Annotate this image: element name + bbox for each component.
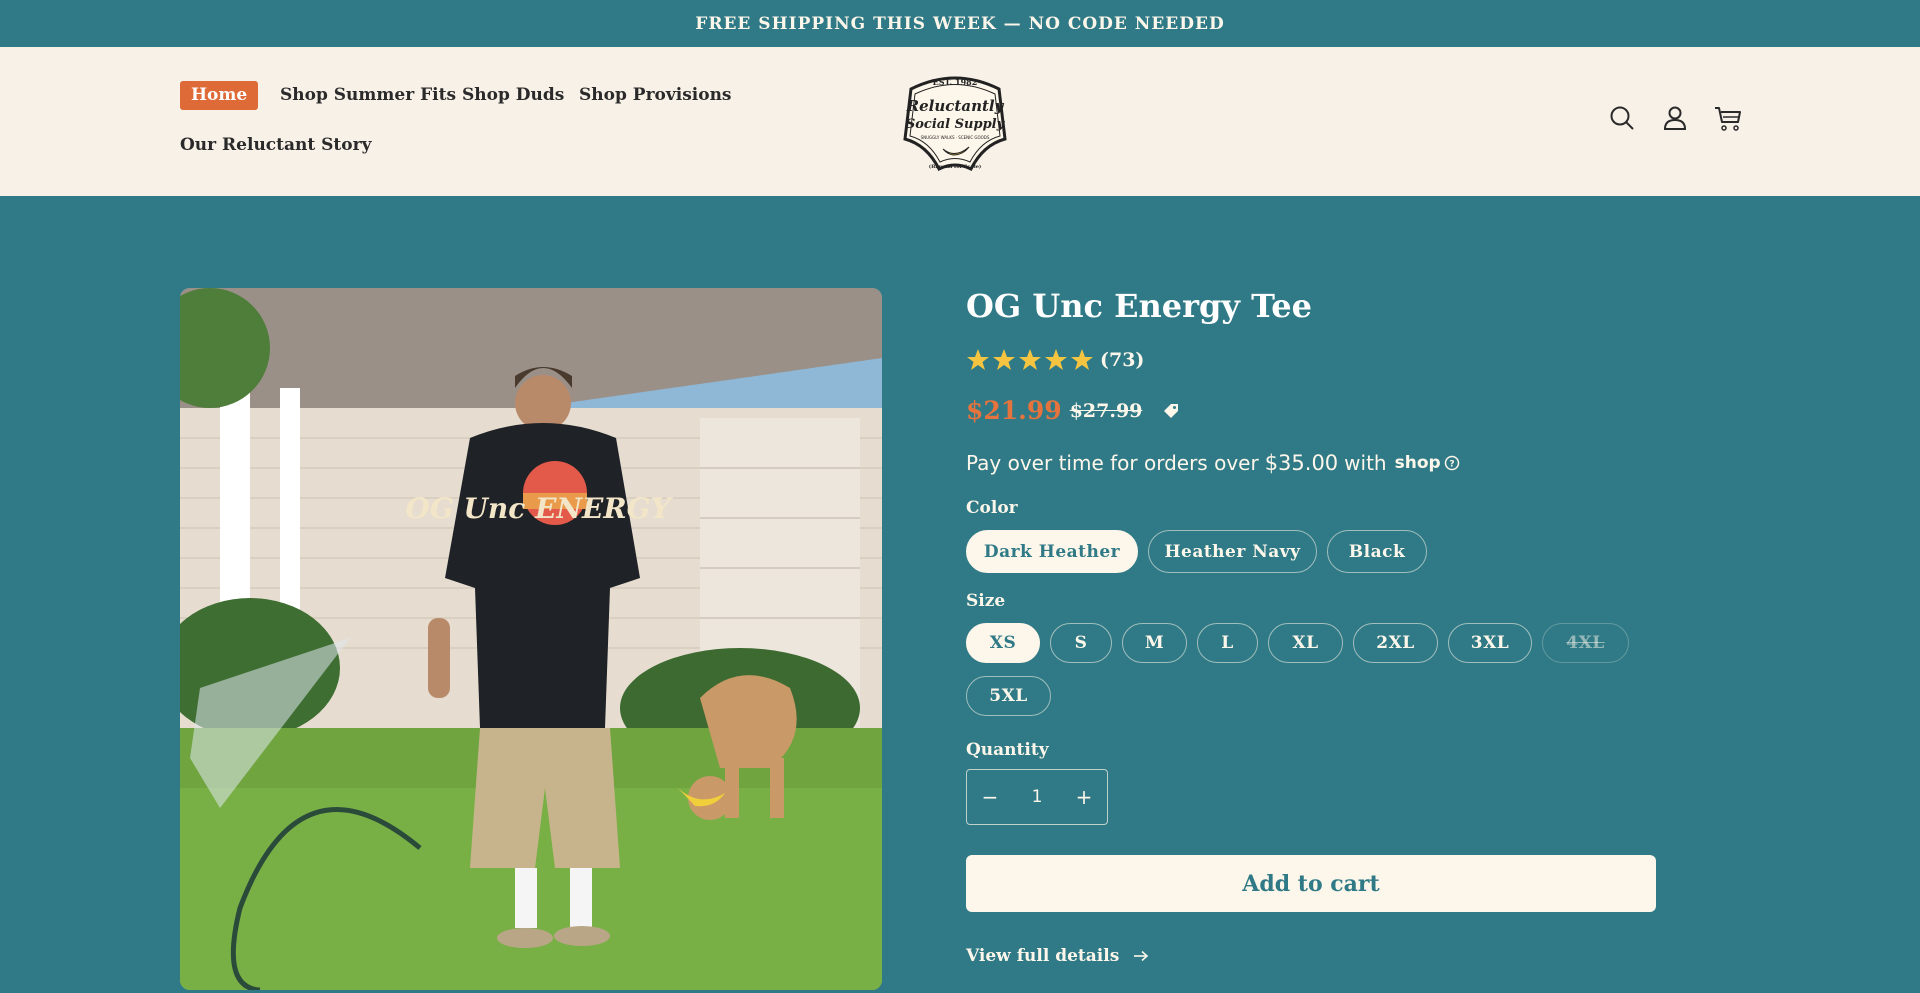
size-label: Size bbox=[966, 591, 1006, 611]
sale-price: $21.99 bbox=[966, 396, 1062, 425]
color-option-dark-heather[interactable]: Dark Heather bbox=[966, 530, 1138, 573]
quantity-label: Quantity bbox=[966, 740, 1049, 760]
add-to-cart-button[interactable]: Add to cart bbox=[966, 855, 1656, 912]
star-icon bbox=[993, 349, 1015, 370]
color-label: Color bbox=[966, 498, 1018, 518]
search-icon[interactable] bbox=[1607, 103, 1637, 133]
store-logo[interactable]: EST. 1982 Reluctantly Social Supply SNUG… bbox=[893, 69, 1017, 175]
nav-our-story[interactable]: Our Reluctant Story bbox=[180, 135, 371, 155]
shirt-print-text: OG Unc ENERGY bbox=[405, 492, 673, 525]
account-icon[interactable] bbox=[1660, 103, 1690, 133]
size-option-4xl[interactable]: 4XL bbox=[1542, 623, 1629, 663]
logo-line1: Reluctantly bbox=[906, 97, 1005, 115]
view-full-details-link[interactable]: View full details bbox=[966, 946, 1149, 966]
star-icon bbox=[1045, 349, 1067, 370]
view-full-details-label: View full details bbox=[966, 946, 1120, 966]
nav-shop-summer-fits[interactable]: Shop Summer Fits bbox=[280, 85, 456, 105]
star-icon bbox=[1071, 349, 1093, 370]
logo-est: EST. 1982 bbox=[933, 77, 978, 87]
rating-count: (73) bbox=[1100, 349, 1145, 371]
cart-icon[interactable] bbox=[1713, 103, 1743, 133]
nav-home[interactable]: Home bbox=[180, 81, 259, 110]
size-option-3xl[interactable]: 3XL bbox=[1448, 623, 1532, 663]
installments-amount: $35.00 bbox=[1264, 451, 1339, 475]
product-title: OG Unc Energy Tee bbox=[966, 287, 1312, 325]
color-option-black[interactable]: Black bbox=[1327, 530, 1427, 573]
product-rating[interactable]: (73) bbox=[966, 348, 1144, 372]
site-header: Home Shop Summer Fits Shop Duds Shop Pro… bbox=[0, 47, 1920, 196]
logo-line2: Social Supply bbox=[906, 117, 1006, 132]
info-icon[interactable]: ? bbox=[1444, 455, 1460, 471]
size-option-xs[interactable]: XS bbox=[966, 623, 1040, 663]
installments-suffix: with bbox=[1344, 451, 1387, 475]
installments-note: Pay over time for orders over $35.00 wit… bbox=[966, 451, 1460, 475]
size-option-2xl[interactable]: 2XL bbox=[1353, 623, 1438, 663]
shop-pay-logo: shop bbox=[1394, 453, 1441, 473]
size-option-m[interactable]: M bbox=[1122, 623, 1187, 663]
size-option-5xl[interactable]: 5XL bbox=[966, 676, 1051, 716]
nav-shop-provisions[interactable]: Shop Provisions bbox=[579, 85, 732, 105]
star-icon bbox=[1019, 349, 1041, 370]
star-icon bbox=[967, 349, 989, 370]
size-option-xl[interactable]: XL bbox=[1268, 623, 1343, 663]
installments-prefix: Pay over time for orders over bbox=[966, 451, 1259, 475]
size-option-s[interactable]: S bbox=[1050, 623, 1112, 663]
nav-shop-duds[interactable]: Shop Duds bbox=[462, 85, 564, 105]
size-option-l[interactable]: L bbox=[1197, 623, 1258, 663]
quantity-increase-button[interactable]: + bbox=[1061, 785, 1107, 809]
quantity-decrease-button[interactable]: − bbox=[967, 785, 1013, 809]
compare-price: $27.99 bbox=[1069, 399, 1143, 422]
sale-tag-icon bbox=[1164, 403, 1179, 418]
quantity-stepper: − 1 + bbox=[966, 769, 1108, 825]
logo-bottom: (Banana for Scale) bbox=[929, 163, 982, 170]
logo-tagline: SNUGGLY WALKS · SCENIC GOODS bbox=[921, 135, 990, 140]
color-option-heather-navy[interactable]: Heather Navy bbox=[1148, 530, 1317, 573]
arrow-right-icon bbox=[1134, 950, 1149, 962]
svg-text:?: ? bbox=[1449, 460, 1454, 470]
announcement-text: FREE SHIPPING THIS WEEK — NO CODE NEEDED bbox=[695, 13, 1225, 34]
quantity-input[interactable]: 1 bbox=[1032, 787, 1043, 807]
product-image[interactable]: OG Unc ENERGY bbox=[180, 288, 882, 990]
announcement-bar: FREE SHIPPING THIS WEEK — NO CODE NEEDED bbox=[0, 0, 1920, 47]
price-row: $21.99 $27.99 bbox=[966, 396, 1180, 425]
